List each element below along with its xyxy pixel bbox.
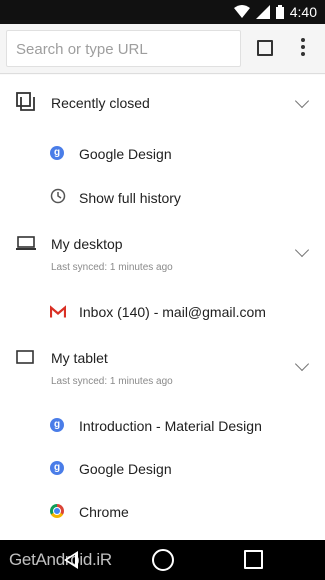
tablet-icon <box>16 350 34 364</box>
last-synced-text: Last synced: 1 minutes ago <box>51 262 173 273</box>
toolbar: Search or type URL <box>0 24 325 74</box>
chevron-down-icon[interactable] <box>294 242 310 258</box>
tab-switcher-icon[interactable] <box>257 40 273 56</box>
gmail-icon <box>50 305 66 318</box>
google-favicon-icon: g <box>50 146 64 160</box>
item-label: Inbox (140) - mail@gmail.com <box>79 304 266 320</box>
last-synced-text: Last synced: 1 minutes ago <box>51 376 173 387</box>
item-label: Show full history <box>79 190 181 206</box>
chevron-down-icon[interactable] <box>294 356 310 372</box>
section-title: Recently closed <box>51 95 150 111</box>
google-favicon-icon: g <box>50 418 64 432</box>
clock-icon <box>50 188 66 204</box>
recent-tabs-icon <box>16 92 35 111</box>
section-header-recently-closed[interactable]: Recently closed <box>0 75 325 130</box>
item-label: Chrome <box>79 504 129 520</box>
chevron-down-icon[interactable] <box>294 93 310 109</box>
show-full-history-item[interactable]: Show full history <box>0 175 325 219</box>
status-icons: 4:40 <box>233 4 317 20</box>
list-item[interactable]: g Google Design <box>0 131 325 175</box>
status-time: 4:40 <box>289 4 317 20</box>
item-label: Introduction - Material Design <box>79 418 262 434</box>
search-input[interactable]: Search or type URL <box>6 30 241 67</box>
section-title: My tablet <box>51 350 108 366</box>
search-placeholder: Search or type URL <box>16 41 148 58</box>
chrome-icon <box>50 504 64 518</box>
item-label: Google Design <box>79 461 172 477</box>
battery-icon <box>275 5 284 19</box>
section-title: My desktop <box>51 236 123 252</box>
wifi-icon <box>233 5 250 18</box>
item-label: Google Design <box>79 146 172 162</box>
watermark: GetAndroid.iR <box>9 550 112 569</box>
list-item[interactable]: Chrome <box>0 491 325 535</box>
google-favicon-icon: g <box>50 461 64 475</box>
laptop-icon <box>16 236 36 250</box>
signal-icon <box>255 5 270 19</box>
section-header-my-tablet[interactable]: My tablet Last synced: 1 minutes ago <box>0 337 325 397</box>
status-bar: 4:40 <box>0 0 325 24</box>
recents-icon[interactable] <box>244 550 263 569</box>
list-item[interactable]: Inbox (140) - mail@gmail.com <box>0 289 325 333</box>
home-icon[interactable] <box>152 549 174 571</box>
list-item[interactable]: g Google Design <box>0 447 325 491</box>
overflow-menu-icon[interactable] <box>297 38 309 58</box>
list-item[interactable]: g Introduction - Material Design <box>0 403 325 447</box>
section-header-my-desktop[interactable]: My desktop Last synced: 1 minutes ago <box>0 223 325 283</box>
recent-tabs-list: Recently closed g Google Design Show ful… <box>0 75 325 540</box>
